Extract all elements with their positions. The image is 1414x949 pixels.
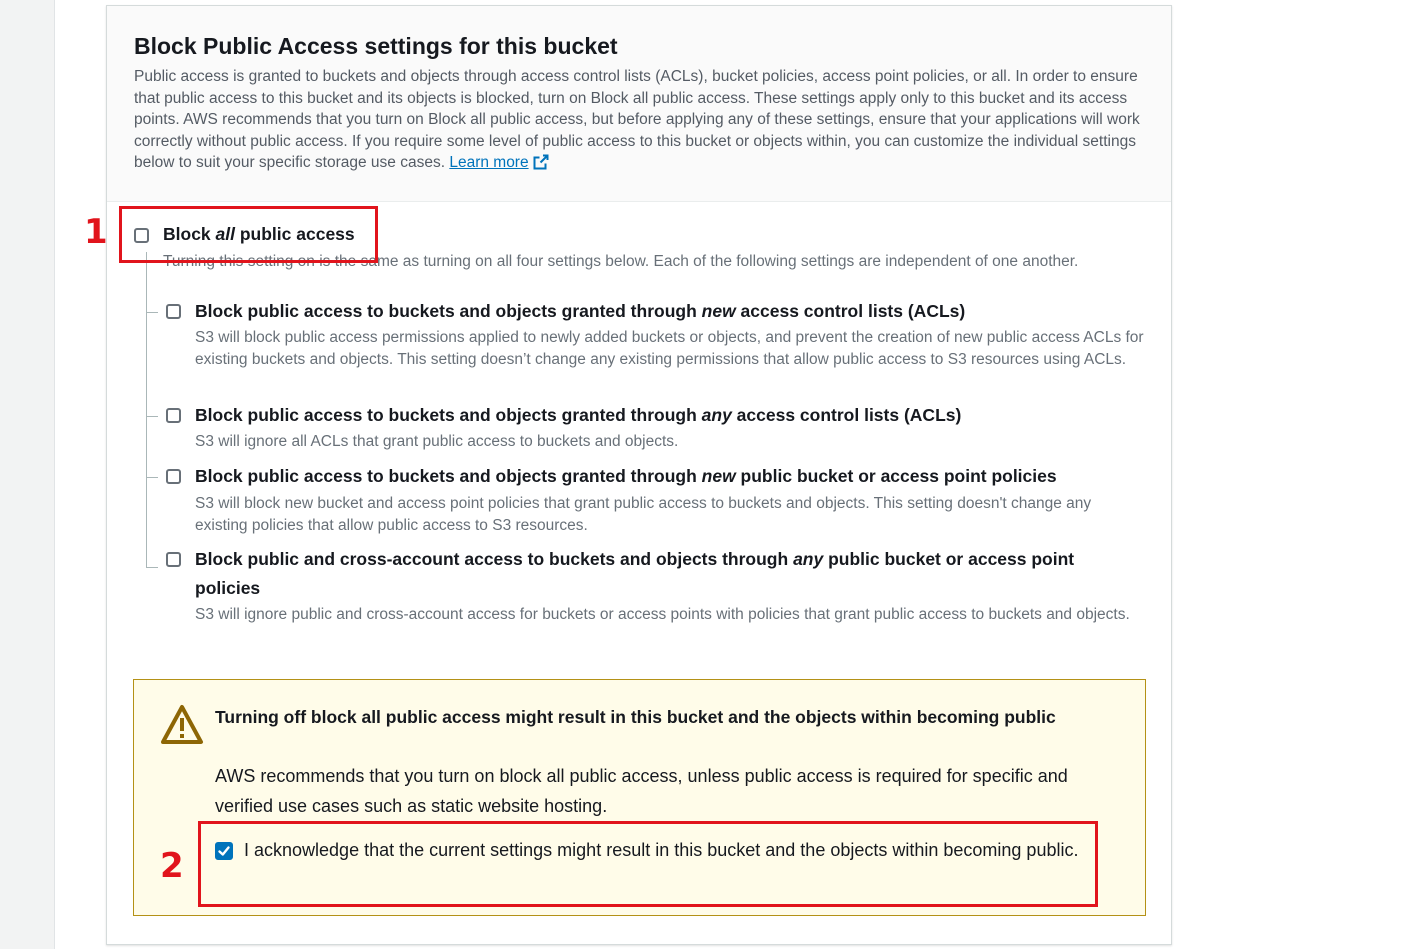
option-4-title-pre: Block public and cross-account access to… <box>195 549 794 569</box>
annotation-number-2: 2 <box>160 846 184 886</box>
option-any-acls-checkbox[interactable] <box>166 408 181 423</box>
option-any-policies-title[interactable]: Block public and cross-account access to… <box>195 545 1115 603</box>
warning-title: Turning off block all public access migh… <box>215 707 1056 727</box>
option-2-title-pre: Block public access to buckets and objec… <box>195 405 702 425</box>
option-new-policies-title[interactable]: Block public access to buckets and objec… <box>195 462 1145 491</box>
external-link-icon <box>533 154 549 170</box>
tree-branch-1 <box>146 312 158 313</box>
option-new-acls-title[interactable]: Block public access to buckets and objec… <box>195 297 1145 326</box>
option-new-policies-checkbox[interactable] <box>166 469 181 484</box>
option-1-title-em: new <box>701 301 736 321</box>
option-3-title-post: public bucket or access point policies <box>735 466 1057 486</box>
option-1-title-post: access control lists (ACLs) <box>735 301 966 321</box>
option-any-policies-checkbox[interactable] <box>166 552 181 567</box>
learn-more-link[interactable]: Learn more <box>449 154 549 171</box>
option-any-policies-description: S3 will ignore public and cross-account … <box>195 606 1130 623</box>
option-3-title-em: new <box>701 466 736 486</box>
tree-branch-3 <box>146 477 158 478</box>
option-2-title-em: any <box>701 405 732 425</box>
option-3-title-pre: Block public access to buckets and objec… <box>195 466 702 486</box>
warning-body: AWS recommends that you turn on block al… <box>215 766 1068 816</box>
annotation-box-1 <box>119 206 378 263</box>
tree-branch-2 <box>146 416 158 417</box>
option-any-acls-title[interactable]: Block public access to buckets and objec… <box>195 401 1145 430</box>
section-intro-text: Public access is granted to buckets and … <box>134 68 1140 171</box>
option-new-acls-description: S3 will block public access permissions … <box>195 329 1144 368</box>
section-title: Block Public Access settings for this bu… <box>134 33 618 59</box>
option-2-title-post: access control lists (ACLs) <box>731 405 962 425</box>
option-4-title-em: any <box>793 549 824 569</box>
annotation-box-2 <box>198 821 1098 907</box>
option-any-acls-description: S3 will ignore all ACLs that grant publi… <box>195 433 679 450</box>
panel-header: Block Public Access settings for this bu… <box>107 6 1171 202</box>
tree-branch-4 <box>146 567 158 568</box>
section-intro: Public access is granted to buckets and … <box>134 66 1159 174</box>
learn-more-label: Learn more <box>449 154 529 171</box>
annotation-number-1: 1 <box>84 212 108 252</box>
warning-triangle-icon <box>161 705 203 744</box>
tree-connector-line <box>146 252 147 568</box>
option-new-policies-description: S3 will block new bucket and access poin… <box>195 495 1092 534</box>
left-navigation-edge <box>0 0 55 949</box>
option-new-acls-checkbox[interactable] <box>166 304 181 319</box>
option-1-title-pre: Block public access to buckets and objec… <box>195 301 702 321</box>
